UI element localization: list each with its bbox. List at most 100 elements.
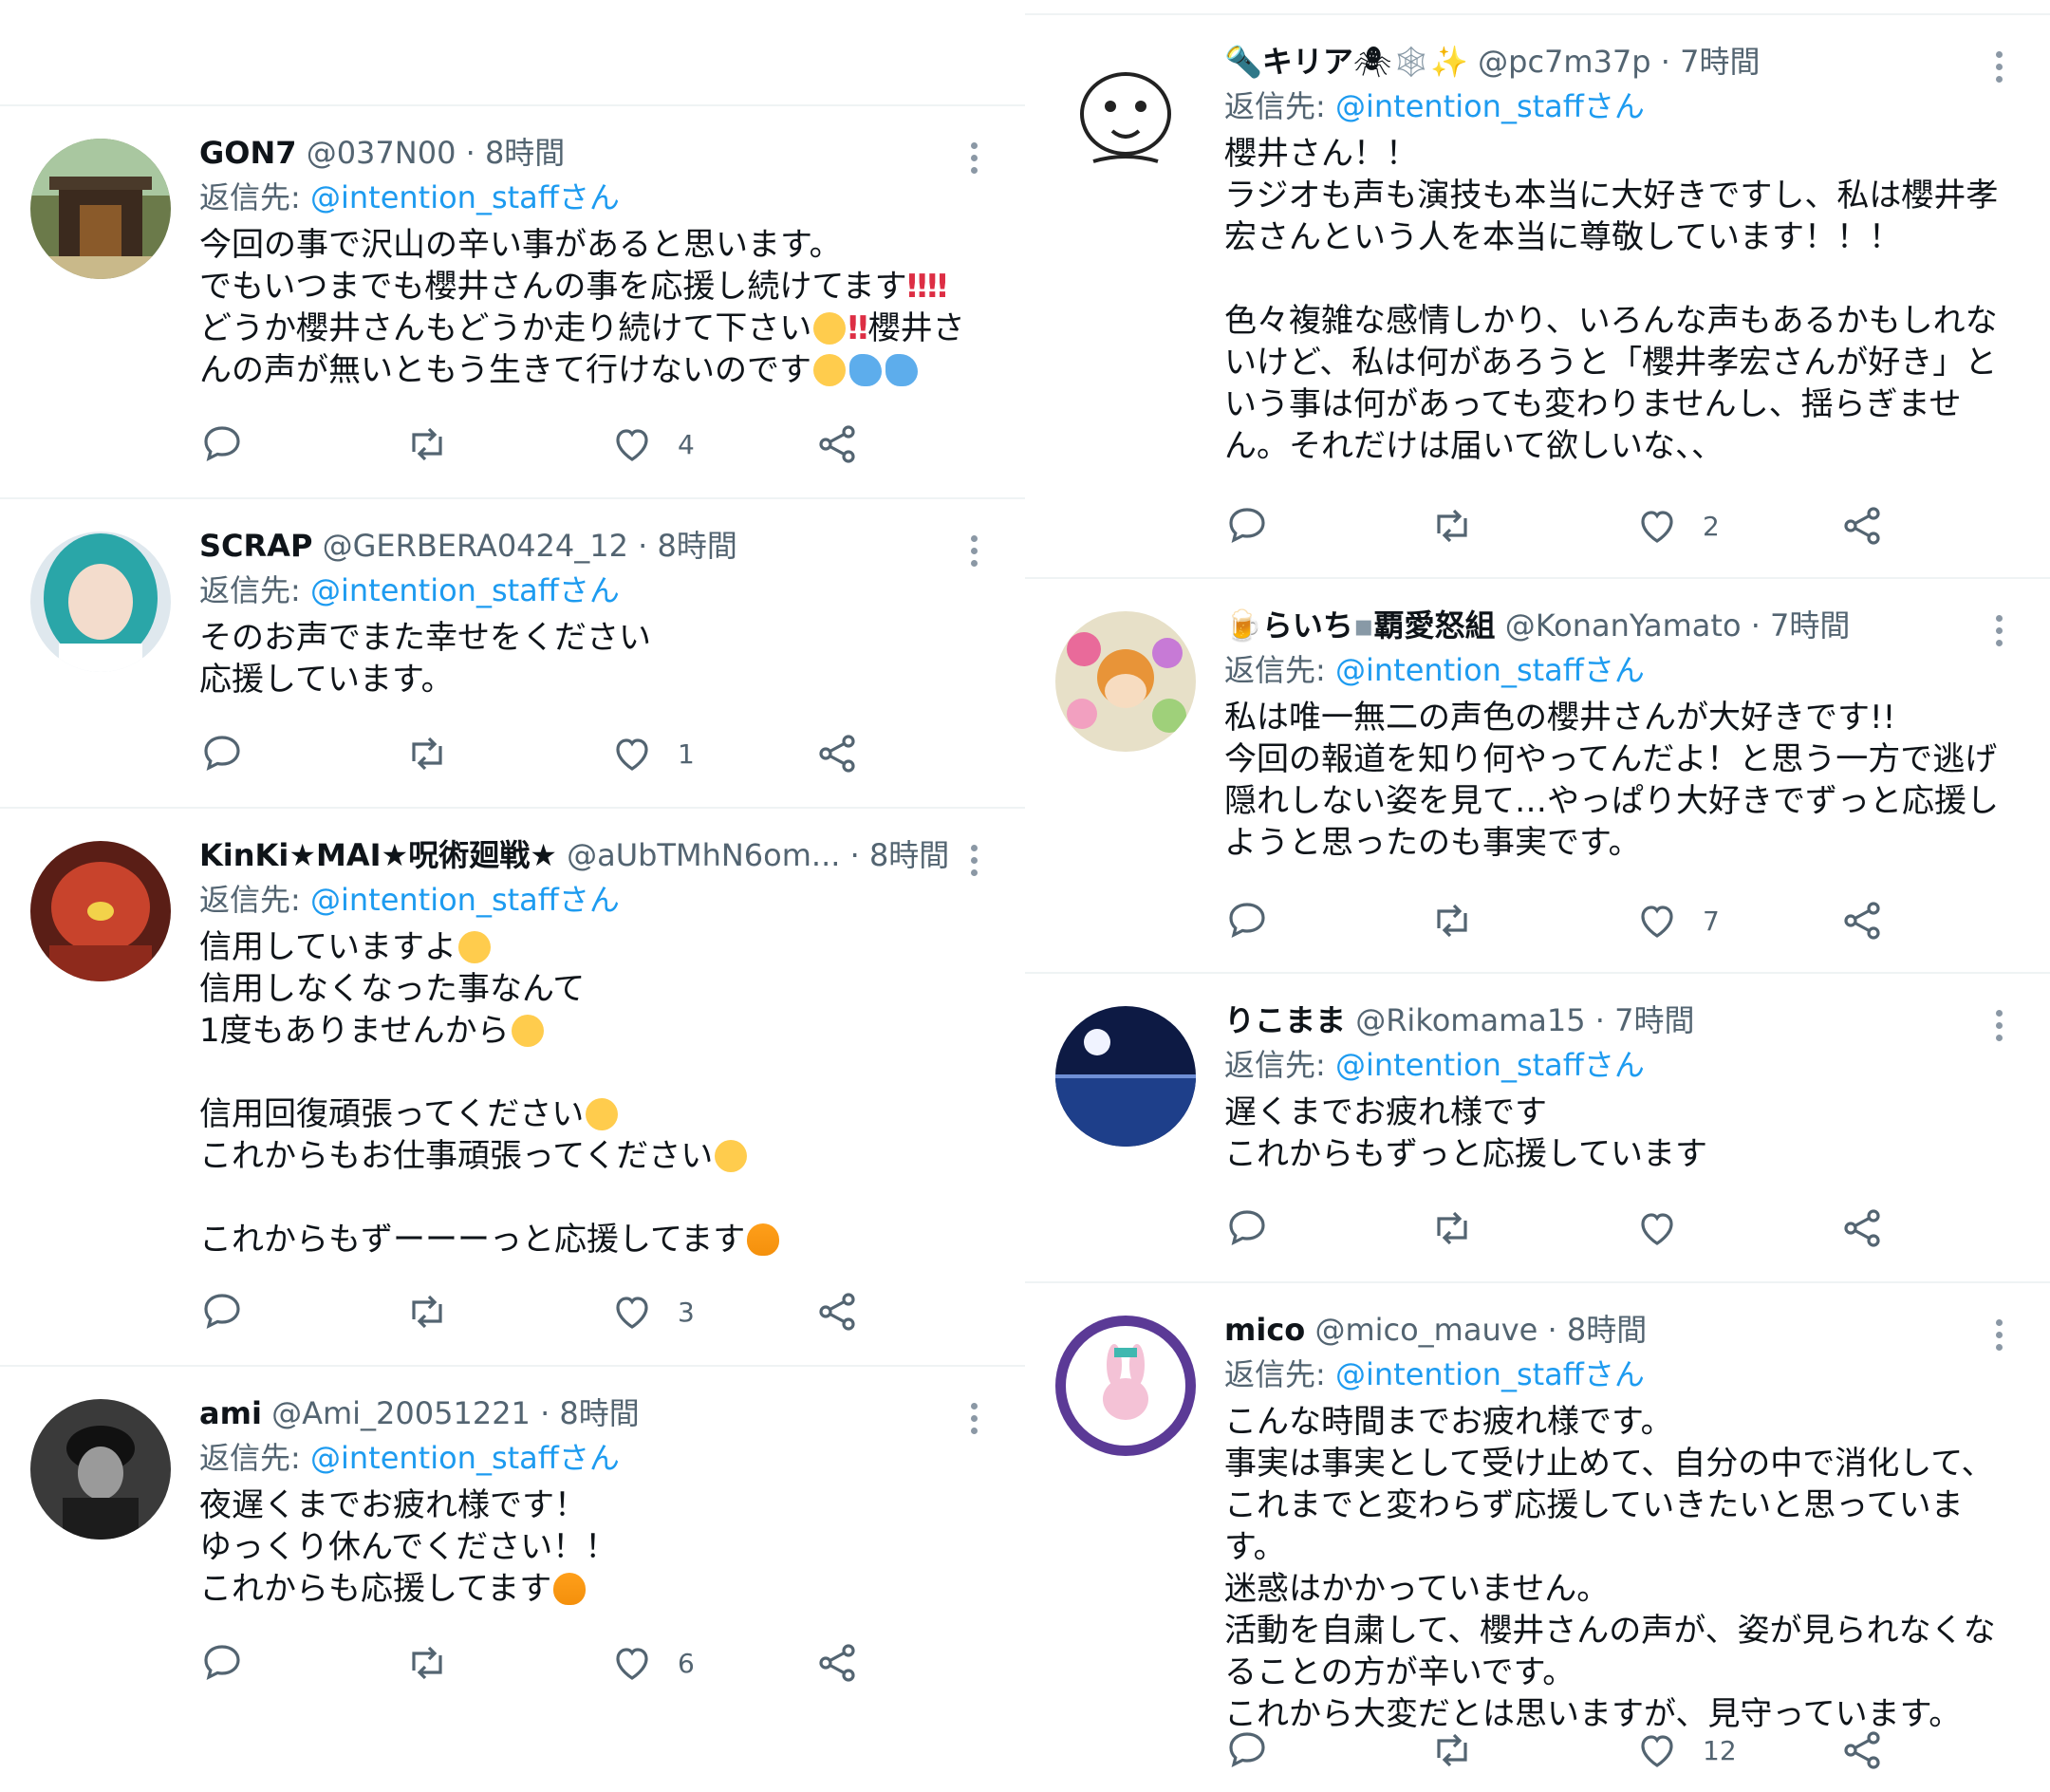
- tweet[interactable]: KinKi★MAI★呪術廻戦★ @aUbTMhN6om... · 8時間 返信先…: [0, 809, 1025, 1367]
- reply-mention-link[interactable]: @intention_staffさん: [1335, 652, 1645, 688]
- share-button[interactable]: [1839, 892, 1885, 949]
- avatar[interactable]: [30, 1399, 171, 1540]
- timestamp[interactable]: 7時間: [1614, 1002, 1694, 1038]
- heart-icon: [616, 1648, 648, 1680]
- retweet-button[interactable]: [1429, 1200, 1475, 1257]
- avatar[interactable]: [30, 139, 171, 279]
- reply-mention-link[interactable]: @intention_staffさん: [310, 572, 620, 608]
- tweet[interactable]: りこまま @Rikomama15 · 7時間 返信先: @intention_s…: [1025, 974, 2050, 1283]
- reply-mention-link[interactable]: @intention_staffさん: [310, 882, 620, 918]
- user-handle[interactable]: @pc7m37p: [1478, 44, 1650, 80]
- share-button[interactable]: [814, 725, 860, 782]
- user-handle[interactable]: @KonanYamato: [1505, 607, 1742, 644]
- more-options-icon[interactable]: [1993, 51, 2004, 89]
- more-options-icon[interactable]: [1993, 615, 2004, 653]
- retweet-button[interactable]: [404, 725, 450, 782]
- beer-mug-emoji-icon: 🍺: [1224, 607, 1262, 644]
- timestamp[interactable]: 8時間: [559, 1395, 639, 1431]
- reply-mention-link[interactable]: @intention_staffさん: [1335, 1047, 1645, 1083]
- display-name[interactable]: りこまま: [1224, 1002, 1346, 1038]
- display-name-suffix[interactable]: 覇愛怒組: [1374, 607, 1496, 644]
- timestamp[interactable]: 8時間: [1567, 1312, 1647, 1348]
- separator-dot: ·: [849, 837, 860, 873]
- retweet-button[interactable]: [404, 1634, 450, 1691]
- tweet[interactable]: 🍺らいち▪覇愛怒組 @KonanYamato · 7時間 返信先: @inten…: [1025, 579, 2050, 974]
- more-options-icon[interactable]: [1993, 1319, 2004, 1357]
- more-options-icon[interactable]: [968, 535, 979, 573]
- user-handle[interactable]: @aUbTMhN6om...: [567, 837, 840, 873]
- reply-button[interactable]: [1224, 892, 1270, 949]
- like-button[interactable]: 6: [609, 1634, 695, 1691]
- timestamp[interactable]: 8時間: [869, 837, 949, 873]
- retweet-button[interactable]: [1429, 1722, 1475, 1779]
- share-button[interactable]: [1839, 1722, 1885, 1779]
- tweet-text: そのお声でまた幸せをください 応援しています。: [199, 619, 651, 699]
- tweet[interactable]: mico @mico_mauve · 8時間 返信先: @intention_s…: [1025, 1283, 2050, 1792]
- share-button[interactable]: [814, 416, 860, 473]
- share-button[interactable]: [814, 1283, 860, 1340]
- like-button[interactable]: 1: [609, 725, 695, 782]
- like-button[interactable]: 7: [1634, 892, 1720, 949]
- display-name[interactable]: KinKi★MAI★呪術廻戦★: [199, 837, 557, 873]
- avatar[interactable]: [1055, 1316, 1196, 1456]
- share-button[interactable]: [1839, 1200, 1885, 1257]
- like-button[interactable]: 2: [1634, 497, 1720, 554]
- tweet[interactable]: 🔦キリア🕷🕸✨ @pc7m37p · 7時間 返信先: @intention_s…: [1025, 15, 2050, 579]
- more-options-icon[interactable]: [968, 1403, 979, 1441]
- display-name[interactable]: GON7: [199, 135, 297, 171]
- reply-button[interactable]: [199, 1283, 245, 1340]
- avatar[interactable]: [30, 841, 171, 981]
- share-icon: [819, 1644, 855, 1682]
- user-handle[interactable]: @mico_mauve: [1314, 1312, 1538, 1348]
- display-name[interactable]: らいち: [1262, 607, 1353, 644]
- timestamp[interactable]: 7時間: [1680, 44, 1760, 80]
- avatar[interactable]: [30, 532, 171, 672]
- display-name[interactable]: キリア: [1262, 44, 1353, 80]
- more-options-icon[interactable]: [968, 845, 979, 883]
- timestamp[interactable]: 7時間: [1770, 607, 1850, 644]
- avatar[interactable]: [1055, 47, 1196, 188]
- winking-face-emoji: [715, 1140, 748, 1172]
- user-handle[interactable]: @Ami_20051221: [271, 1395, 531, 1431]
- like-button[interactable]: [1634, 1200, 1703, 1257]
- more-options-icon[interactable]: [1993, 1010, 2004, 1048]
- reply-mention-link[interactable]: @intention_staffさん: [310, 179, 620, 215]
- avatar[interactable]: [1055, 1006, 1196, 1147]
- reply-button[interactable]: [1224, 1200, 1270, 1257]
- reply-mention-link[interactable]: @intention_staffさん: [1335, 1356, 1645, 1392]
- user-handle[interactable]: @037N00: [307, 135, 457, 171]
- share-button[interactable]: [814, 1634, 860, 1691]
- like-button[interactable]: 3: [609, 1283, 695, 1340]
- timestamp[interactable]: 8時間: [657, 528, 736, 564]
- tweet[interactable]: ami @Ami_20051221 · 8時間 返信先: @intention_…: [0, 1367, 1025, 1718]
- tweet[interactable]: SCRAP @GERBERA0424_12 · 8時間 返信先: @intent…: [0, 499, 1025, 809]
- retweet-button[interactable]: [404, 416, 450, 473]
- retweet-button[interactable]: [404, 1283, 450, 1340]
- reply-button[interactable]: [1224, 497, 1270, 554]
- user-handle[interactable]: @Rikomama15: [1355, 1002, 1585, 1038]
- retweet-button[interactable]: [1429, 892, 1475, 949]
- timestamp[interactable]: 8時間: [485, 135, 565, 171]
- like-button[interactable]: 4: [609, 416, 695, 473]
- reply-button[interactable]: [1224, 1722, 1270, 1779]
- display-name[interactable]: mico: [1224, 1312, 1305, 1348]
- retweet-button[interactable]: [1429, 497, 1475, 554]
- avatar[interactable]: [1055, 611, 1196, 752]
- display-name[interactable]: SCRAP: [199, 528, 312, 564]
- like-button[interactable]: 12: [1634, 1722, 1737, 1779]
- double-exclamation-emoji: ‼: [848, 309, 868, 347]
- reply-button[interactable]: [199, 416, 245, 473]
- display-name[interactable]: ami: [199, 1395, 262, 1431]
- reply-mention-link[interactable]: @intention_staffさん: [310, 1440, 620, 1476]
- share-button[interactable]: [1839, 497, 1885, 554]
- separator-dot: ·: [1750, 607, 1761, 644]
- retweet-icon: [412, 1646, 442, 1680]
- reply-button[interactable]: [199, 725, 245, 782]
- user-handle[interactable]: @GERBERA0424_12: [323, 528, 628, 564]
- reply-button[interactable]: [199, 1634, 245, 1691]
- reply-context: 返信先: @intention_staffさん: [199, 175, 987, 220]
- relieved-face-emoji: [457, 931, 491, 963]
- tweet[interactable]: GON7 @037N00 · 8時間 返信先: @intention_staff…: [0, 106, 1025, 499]
- reply-mention-link[interactable]: @intention_staffさん: [1335, 88, 1645, 124]
- more-options-icon[interactable]: [968, 142, 979, 180]
